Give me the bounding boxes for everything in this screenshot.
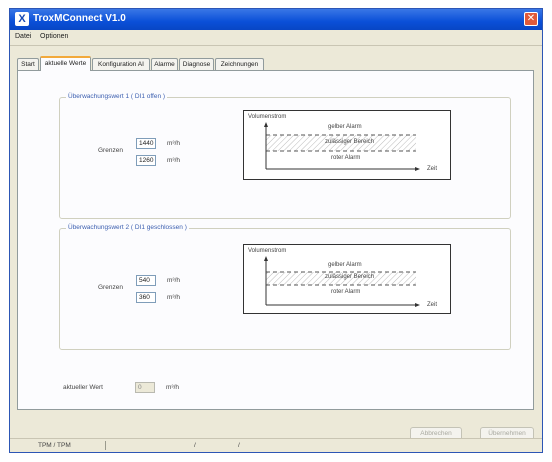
close-button[interactable]: ✕ — [524, 12, 538, 26]
group-1-title: Überwachungswert 1 ( DI1 offen ) — [66, 93, 168, 100]
tab-panel-aktuelle-werte: Überwachungswert 1 ( DI1 offen ) Grenzen… — [17, 70, 534, 410]
status-bar: TPM / TPM / / — [10, 438, 542, 452]
group-2-limits-label: Grenzen — [98, 284, 123, 291]
current-value-label: aktueller Wert — [63, 384, 103, 391]
x-axis-arrow-icon — [415, 167, 420, 171]
app-logo-icon: X — [15, 12, 29, 26]
group-monitor-2: Überwachungswert 2 ( DI1 geschlossen ) G… — [59, 224, 511, 350]
diagram-2-middle-zone: zulässiger Bereich — [325, 274, 375, 280]
group-2-lower-limit-input[interactable]: 360 — [136, 292, 156, 303]
diagram-1-x-label: Zeit — [427, 166, 438, 172]
group-1-lower-limit-input[interactable]: 1260 — [136, 155, 156, 166]
flow-diagram-1: Volumenstrom gelber Alarm zulässiger Ber… — [243, 110, 451, 180]
status-field-2: / — [194, 442, 196, 449]
group-1-upper-limit-input[interactable]: 1440 — [136, 138, 156, 149]
status-user: TPM / TPM — [38, 442, 71, 449]
tab-diagnose[interactable]: Diagnose — [179, 58, 214, 70]
window-title: TroxMConnect V1.0 — [33, 13, 126, 24]
status-divider — [105, 441, 106, 450]
diagram-1-y-label: Volumenstrom — [248, 114, 287, 120]
tab-alarme[interactable]: Alarme — [151, 58, 178, 70]
diagram-1-upper-zone: gelber Alarm — [328, 124, 362, 130]
group-2-lower-unit: m³/h — [167, 294, 180, 301]
current-value-field: 0 — [135, 382, 155, 393]
menu-datei[interactable]: Datei — [15, 33, 31, 40]
group-1-upper-unit: m³/h — [167, 140, 180, 147]
tab-konfiguration-ai[interactable]: Konfiguration AI — [92, 58, 150, 70]
x-axis-arrow-icon — [415, 303, 420, 307]
tab-start[interactable]: Start — [17, 58, 39, 70]
app-window: X TroxMConnect V1.0 ✕ Datei Optionen Sta… — [9, 8, 543, 453]
diagram-2-lower-zone: roter Alarm — [331, 289, 361, 295]
menu-optionen[interactable]: Optionen — [40, 33, 68, 40]
diagram-1-lower-zone: roter Alarm — [331, 155, 361, 161]
tab-aktuelle-werte[interactable]: aktuelle Werte — [40, 56, 91, 71]
flow-diagram-1-graphic — [264, 122, 420, 171]
flow-diagram-2-graphic — [264, 256, 420, 307]
group-1-lower-unit: m³/h — [167, 157, 180, 164]
current-value-unit: m³/h — [166, 384, 179, 391]
group-2-upper-unit: m³/h — [167, 277, 180, 284]
group-2-title: Überwachungswert 2 ( DI1 geschlossen ) — [66, 224, 189, 231]
y-axis-arrow-icon — [264, 256, 268, 261]
menu-bar: Datei Optionen — [10, 30, 542, 46]
group-1-limits-label: Grenzen — [98, 147, 123, 154]
status-field-3: / — [238, 442, 240, 449]
diagram-2-upper-zone: gelber Alarm — [328, 262, 362, 268]
title-bar[interactable]: X TroxMConnect V1.0 ✕ — [10, 9, 542, 30]
group-2-upper-limit-input[interactable]: 540 — [136, 275, 156, 286]
tab-zeichnungen[interactable]: Zeichnungen — [215, 58, 264, 70]
diagram-1-middle-zone: zulässiger Bereich — [325, 139, 375, 145]
diagram-2-y-label: Volumenstrom — [248, 248, 287, 254]
y-axis-arrow-icon — [264, 122, 268, 127]
group-monitor-1: Überwachungswert 1 ( DI1 offen ) Grenzen… — [59, 93, 511, 219]
diagram-2-x-label: Zeit — [427, 302, 438, 308]
flow-diagram-2: Volumenstrom gelber Alarm zulässiger Ber… — [243, 244, 451, 314]
